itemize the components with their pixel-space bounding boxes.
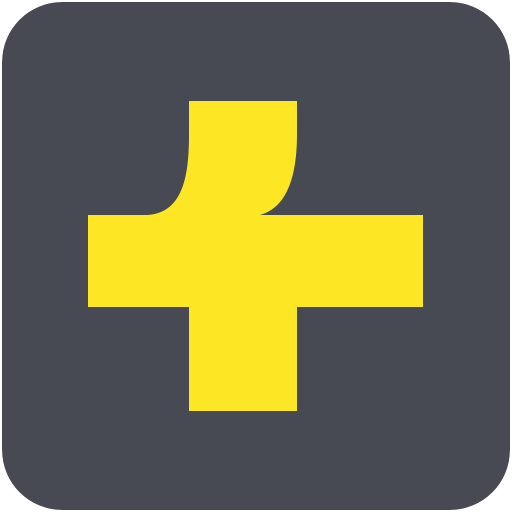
app-icon[interactable]: [2, 2, 510, 510]
page: [0, 0, 512, 512]
app-icon-artwork: [2, 2, 510, 510]
